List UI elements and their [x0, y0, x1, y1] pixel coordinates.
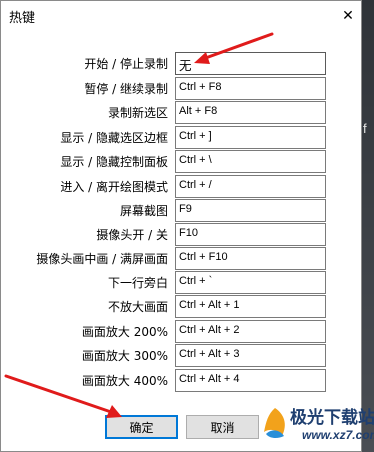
watermark-name: 极光下载站 — [290, 408, 374, 428]
watermark-url: www.xz7.com — [302, 428, 374, 442]
arrow-to-ok-button — [4, 374, 122, 418]
aurora-logo-icon — [264, 408, 285, 439]
watermark: 极光下载站 www.xz7.com — [258, 400, 374, 452]
arrow-to-first-field — [194, 32, 274, 64]
red-arrow-annotation — [4, 32, 274, 418]
